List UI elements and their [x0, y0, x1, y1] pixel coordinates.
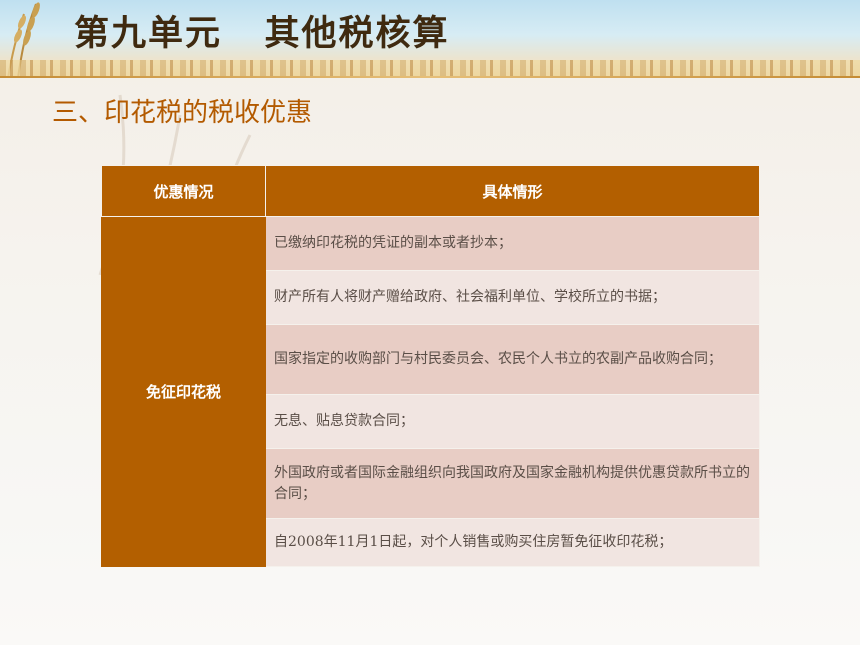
section-title: 三、印花税的税收优惠 [52, 98, 313, 128]
table-cell-item: 财产所有人将财产赠给政府、社会福利单位、学校所立的书据； [265, 270, 760, 325]
category-cell: 免征印花税 [101, 216, 266, 567]
tax-preference-table: 优惠情况 具体情形 免征印花税 已缴纳印花税的凭证的副本或者抄本； 财产所有人将… [101, 165, 760, 567]
table-cell-item: 外国政府或者国际金融组织向我国政府及国家金融机构提供优惠贷款所书立的合同； [265, 448, 760, 519]
table-cell-item: 自2008年11月1日起，对个人销售或购买住房暂免征收印花税； [265, 518, 760, 567]
column-header-preference: 优惠情况 [101, 165, 266, 217]
table-cell-item: 国家指定的收购部门与村民委员会、农民个人书立的农副产品收购合同； [265, 324, 760, 395]
table-cell-item: 已缴纳印花税的凭证的副本或者抄本； [265, 216, 760, 271]
page-title: 第九单元 其他税核算 [74, 14, 450, 54]
column-header-details: 具体情形 [265, 165, 760, 217]
table-header-row: 优惠情况 具体情形 [101, 165, 760, 217]
table-cell-item: 无息、贴息贷款合同； [265, 394, 760, 449]
table-row: 免征印花税 已缴纳印花税的凭证的副本或者抄本； [101, 216, 760, 567]
